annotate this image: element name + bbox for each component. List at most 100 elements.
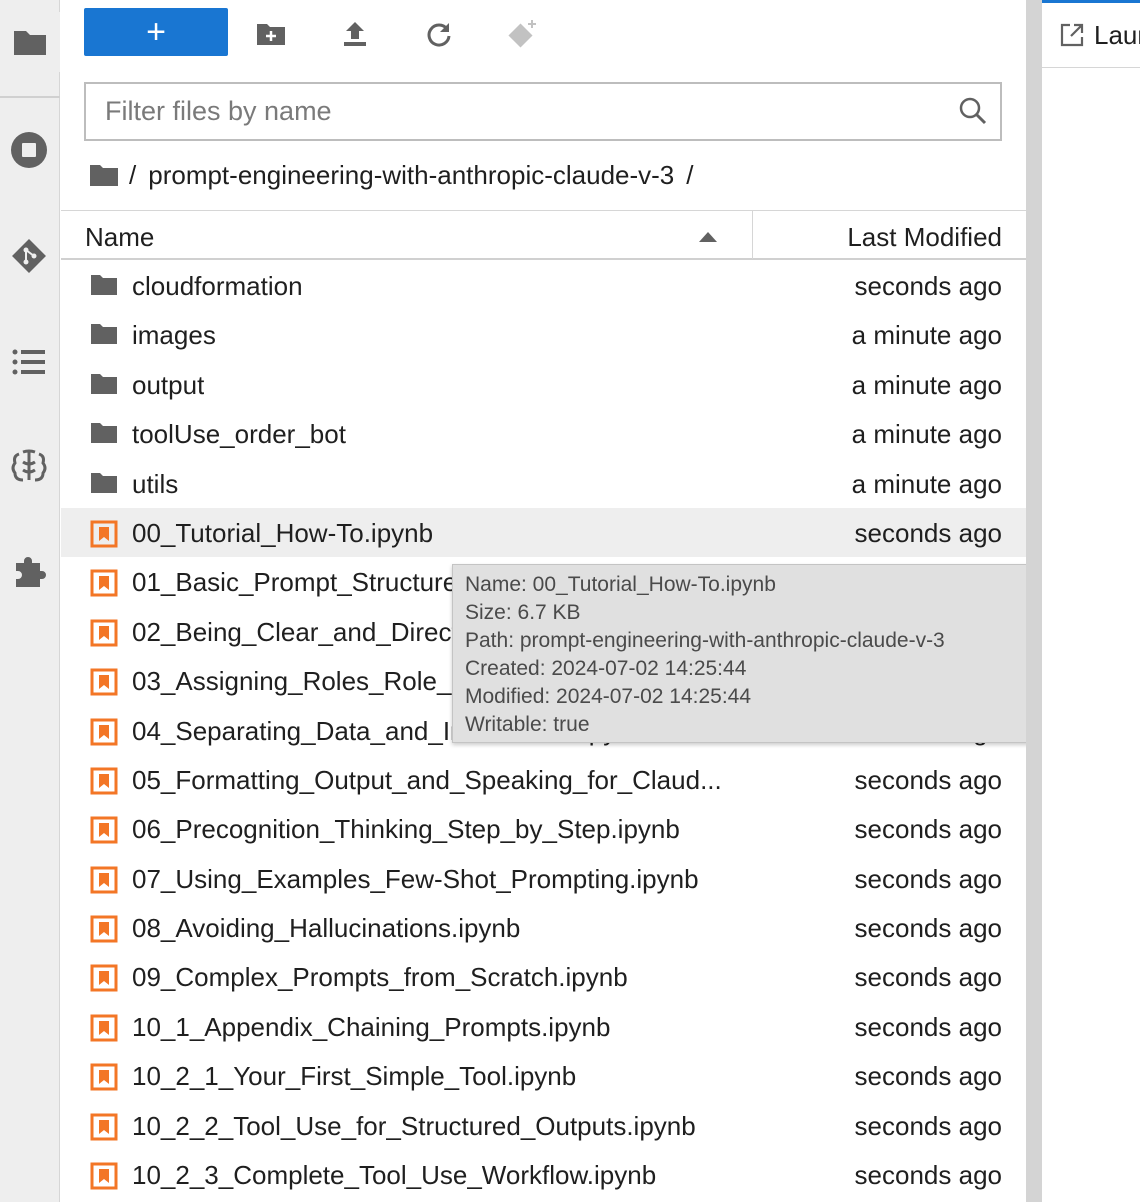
filter-box bbox=[84, 82, 1002, 141]
notebook-icon bbox=[90, 915, 118, 943]
new-launcher-button[interactable]: + bbox=[84, 8, 228, 56]
file-name: 05_Formatting_Output_and_Speaking_for_Cl… bbox=[132, 764, 722, 795]
new-folder-icon bbox=[257, 24, 285, 45]
file-name: utils bbox=[132, 468, 179, 499]
folder-row[interactable]: output a minute ago bbox=[61, 360, 1026, 409]
file-name: 10_2_1_Your_First_Simple_Tool.ipynb bbox=[132, 1061, 577, 1092]
notebook-row[interactable]: 07_Using_Examples_Few-Shot_Prompting.ipy… bbox=[61, 854, 1026, 903]
git-clone-icon bbox=[508, 20, 536, 48]
upload-button[interactable] bbox=[335, 14, 375, 54]
notebook-row[interactable]: 08_Avoiding_Hallucinations.ipynb seconds … bbox=[61, 903, 1026, 952]
file-browser-tab[interactable] bbox=[0, 12, 60, 72]
table-of-contents-tab[interactable] bbox=[0, 332, 58, 392]
file-browser-toolbar: + bbox=[61, 0, 1026, 70]
file-name: 09_Complex_Prompts_from_Scratch.ipynb bbox=[132, 962, 628, 993]
notebook-icon bbox=[90, 718, 118, 746]
file-name: toolUse_order_bot bbox=[132, 419, 346, 450]
folder-row[interactable]: cloudformation seconds ago bbox=[61, 261, 1026, 310]
file-last-modified: seconds ago bbox=[854, 913, 1002, 944]
file-last-modified: seconds ago bbox=[854, 517, 1002, 548]
file-name: 10_2_2_Tool_Use_for_Structured_Outputs.i… bbox=[132, 1110, 696, 1141]
notebook-row[interactable]: 06_Precognition_Thinking_Step_by_Step.ip… bbox=[61, 804, 1026, 853]
running-sessions-tab[interactable] bbox=[0, 120, 58, 180]
file-name: 10_1_Appendix_Chaining_Prompts.ipynb bbox=[132, 1011, 611, 1042]
new-folder-button[interactable] bbox=[251, 14, 291, 54]
git-clone-button[interactable] bbox=[503, 14, 543, 54]
tooltip-line: Writable: true bbox=[465, 713, 590, 736]
main-area: Launcher bbox=[1042, 0, 1140, 1202]
file-last-modified: a minute ago bbox=[851, 468, 1002, 499]
folder-icon bbox=[90, 471, 118, 497]
notebook-icon bbox=[90, 520, 118, 548]
notebook-icon bbox=[90, 816, 118, 844]
file-last-modified: a minute ago bbox=[851, 369, 1002, 400]
notebook-row[interactable]: 10_2_3_Complete_Tool_Use_Workflow.ipynb s… bbox=[61, 1150, 1026, 1199]
tooltip-line: Size: 6.7 KB bbox=[465, 601, 581, 624]
file-name: images bbox=[132, 320, 216, 351]
file-name: output bbox=[132, 369, 205, 400]
file-last-modified: seconds ago bbox=[854, 863, 1002, 894]
folder-icon bbox=[90, 421, 118, 447]
file-last-modified: seconds ago bbox=[854, 1160, 1002, 1191]
breadcrumb-trailing-separator: / bbox=[686, 159, 694, 190]
file-list-header: Name Last Modified bbox=[61, 210, 1026, 260]
folder-icon bbox=[90, 322, 118, 348]
notebook-icon bbox=[90, 1113, 118, 1141]
breadcrumb: / prompt-engineering-with-anthropic-clau… bbox=[89, 155, 694, 195]
notebook-icon bbox=[90, 1014, 118, 1042]
tooltip-line: Path: prompt-engineering-with-anthropic-… bbox=[465, 629, 945, 652]
sort-ascending-icon bbox=[699, 232, 717, 242]
toc-icon bbox=[12, 349, 45, 375]
activity-bar bbox=[0, 0, 60, 1202]
file-name: 07_Using_Examples_Few-Shot_Prompting.ipy… bbox=[132, 863, 699, 894]
folder-row[interactable]: utils a minute ago bbox=[61, 459, 1026, 508]
tooltip-line: Modified: 2024-07-02 14:25:44 bbox=[465, 685, 752, 708]
breadcrumb-folder[interactable]: prompt-engineering-with-anthropic-claude… bbox=[148, 160, 674, 191]
folder-row[interactable]: images a minute ago bbox=[61, 310, 1026, 359]
file-last-modified: seconds ago bbox=[854, 1110, 1002, 1141]
notebook-icon bbox=[90, 964, 118, 992]
notebook-icon bbox=[90, 767, 118, 795]
brain-icon bbox=[11, 449, 47, 482]
folder-row[interactable]: toolUse_order_bot a minute ago bbox=[61, 409, 1026, 458]
notebook-row[interactable]: 00_Tutorial_How-To.ipynb seconds ago bbox=[61, 507, 1026, 558]
extension-manager-tab[interactable] bbox=[0, 542, 58, 602]
refresh-button[interactable] bbox=[419, 14, 459, 54]
tooltip-line: Created: 2024-07-02 14:25:44 bbox=[465, 657, 747, 680]
file-last-modified: seconds ago bbox=[854, 1061, 1002, 1092]
stop-circle-icon bbox=[11, 132, 47, 168]
upload-icon bbox=[344, 22, 366, 46]
notebook-icon bbox=[90, 569, 118, 597]
file-last-modified: seconds ago bbox=[854, 1011, 1002, 1042]
column-resize-handle[interactable] bbox=[752, 211, 753, 259]
home-folder-icon[interactable] bbox=[89, 163, 119, 187]
notebook-row[interactable]: 10_2_2_Tool_Use_for_Structured_Outputs.i… bbox=[61, 1101, 1026, 1150]
notebook-row[interactable]: 05_Formatting_Output_and_Speaking_for_Cl… bbox=[61, 755, 1026, 804]
panel-splitter[interactable] bbox=[1026, 0, 1042, 1202]
file-last-modified: seconds ago bbox=[854, 814, 1002, 845]
notebook-icon bbox=[90, 1162, 118, 1190]
launch-icon bbox=[1060, 23, 1084, 47]
notebook-row[interactable]: 10_1_Appendix_Chaining_Prompts.ipynb seco… bbox=[61, 1002, 1026, 1051]
notebook-icon bbox=[90, 1063, 118, 1091]
file-last-modified: a minute ago bbox=[851, 419, 1002, 450]
ai-assistant-tab[interactable] bbox=[0, 436, 58, 496]
folder-icon bbox=[14, 31, 46, 55]
git-tab[interactable] bbox=[0, 226, 58, 286]
file-name: cloudformation bbox=[132, 271, 303, 301]
last-modified-column-header[interactable]: Last Modified bbox=[847, 222, 1002, 253]
filter-files-input[interactable] bbox=[86, 96, 926, 127]
file-last-modified: seconds ago bbox=[854, 764, 1002, 795]
file-info-tooltip: Name: 00_Tutorial_How-To.ipynb Size: 6.7 … bbox=[452, 564, 1039, 743]
name-column-header[interactable]: Name bbox=[85, 222, 154, 253]
notebook-row[interactable]: 09_Complex_Prompts_from_Scratch.ipynb sec… bbox=[61, 952, 1026, 1001]
git-icon bbox=[12, 239, 46, 273]
file-name: 06_Precognition_Thinking_Step_by_Step.ip… bbox=[132, 814, 680, 845]
tab-launcher[interactable]: Launcher bbox=[1042, 0, 1140, 68]
plus-icon: + bbox=[146, 13, 166, 51]
tooltip-line: Name: 00_Tutorial_How-To.ipynb bbox=[465, 573, 776, 596]
notebook-row[interactable]: 10_2_1_Your_First_Simple_Tool.ipynb secon… bbox=[61, 1051, 1026, 1100]
search-icon bbox=[959, 97, 987, 125]
refresh-icon bbox=[427, 23, 451, 47]
file-name: 10_2_3_Complete_Tool_Use_Workflow.ipynb bbox=[132, 1160, 657, 1191]
